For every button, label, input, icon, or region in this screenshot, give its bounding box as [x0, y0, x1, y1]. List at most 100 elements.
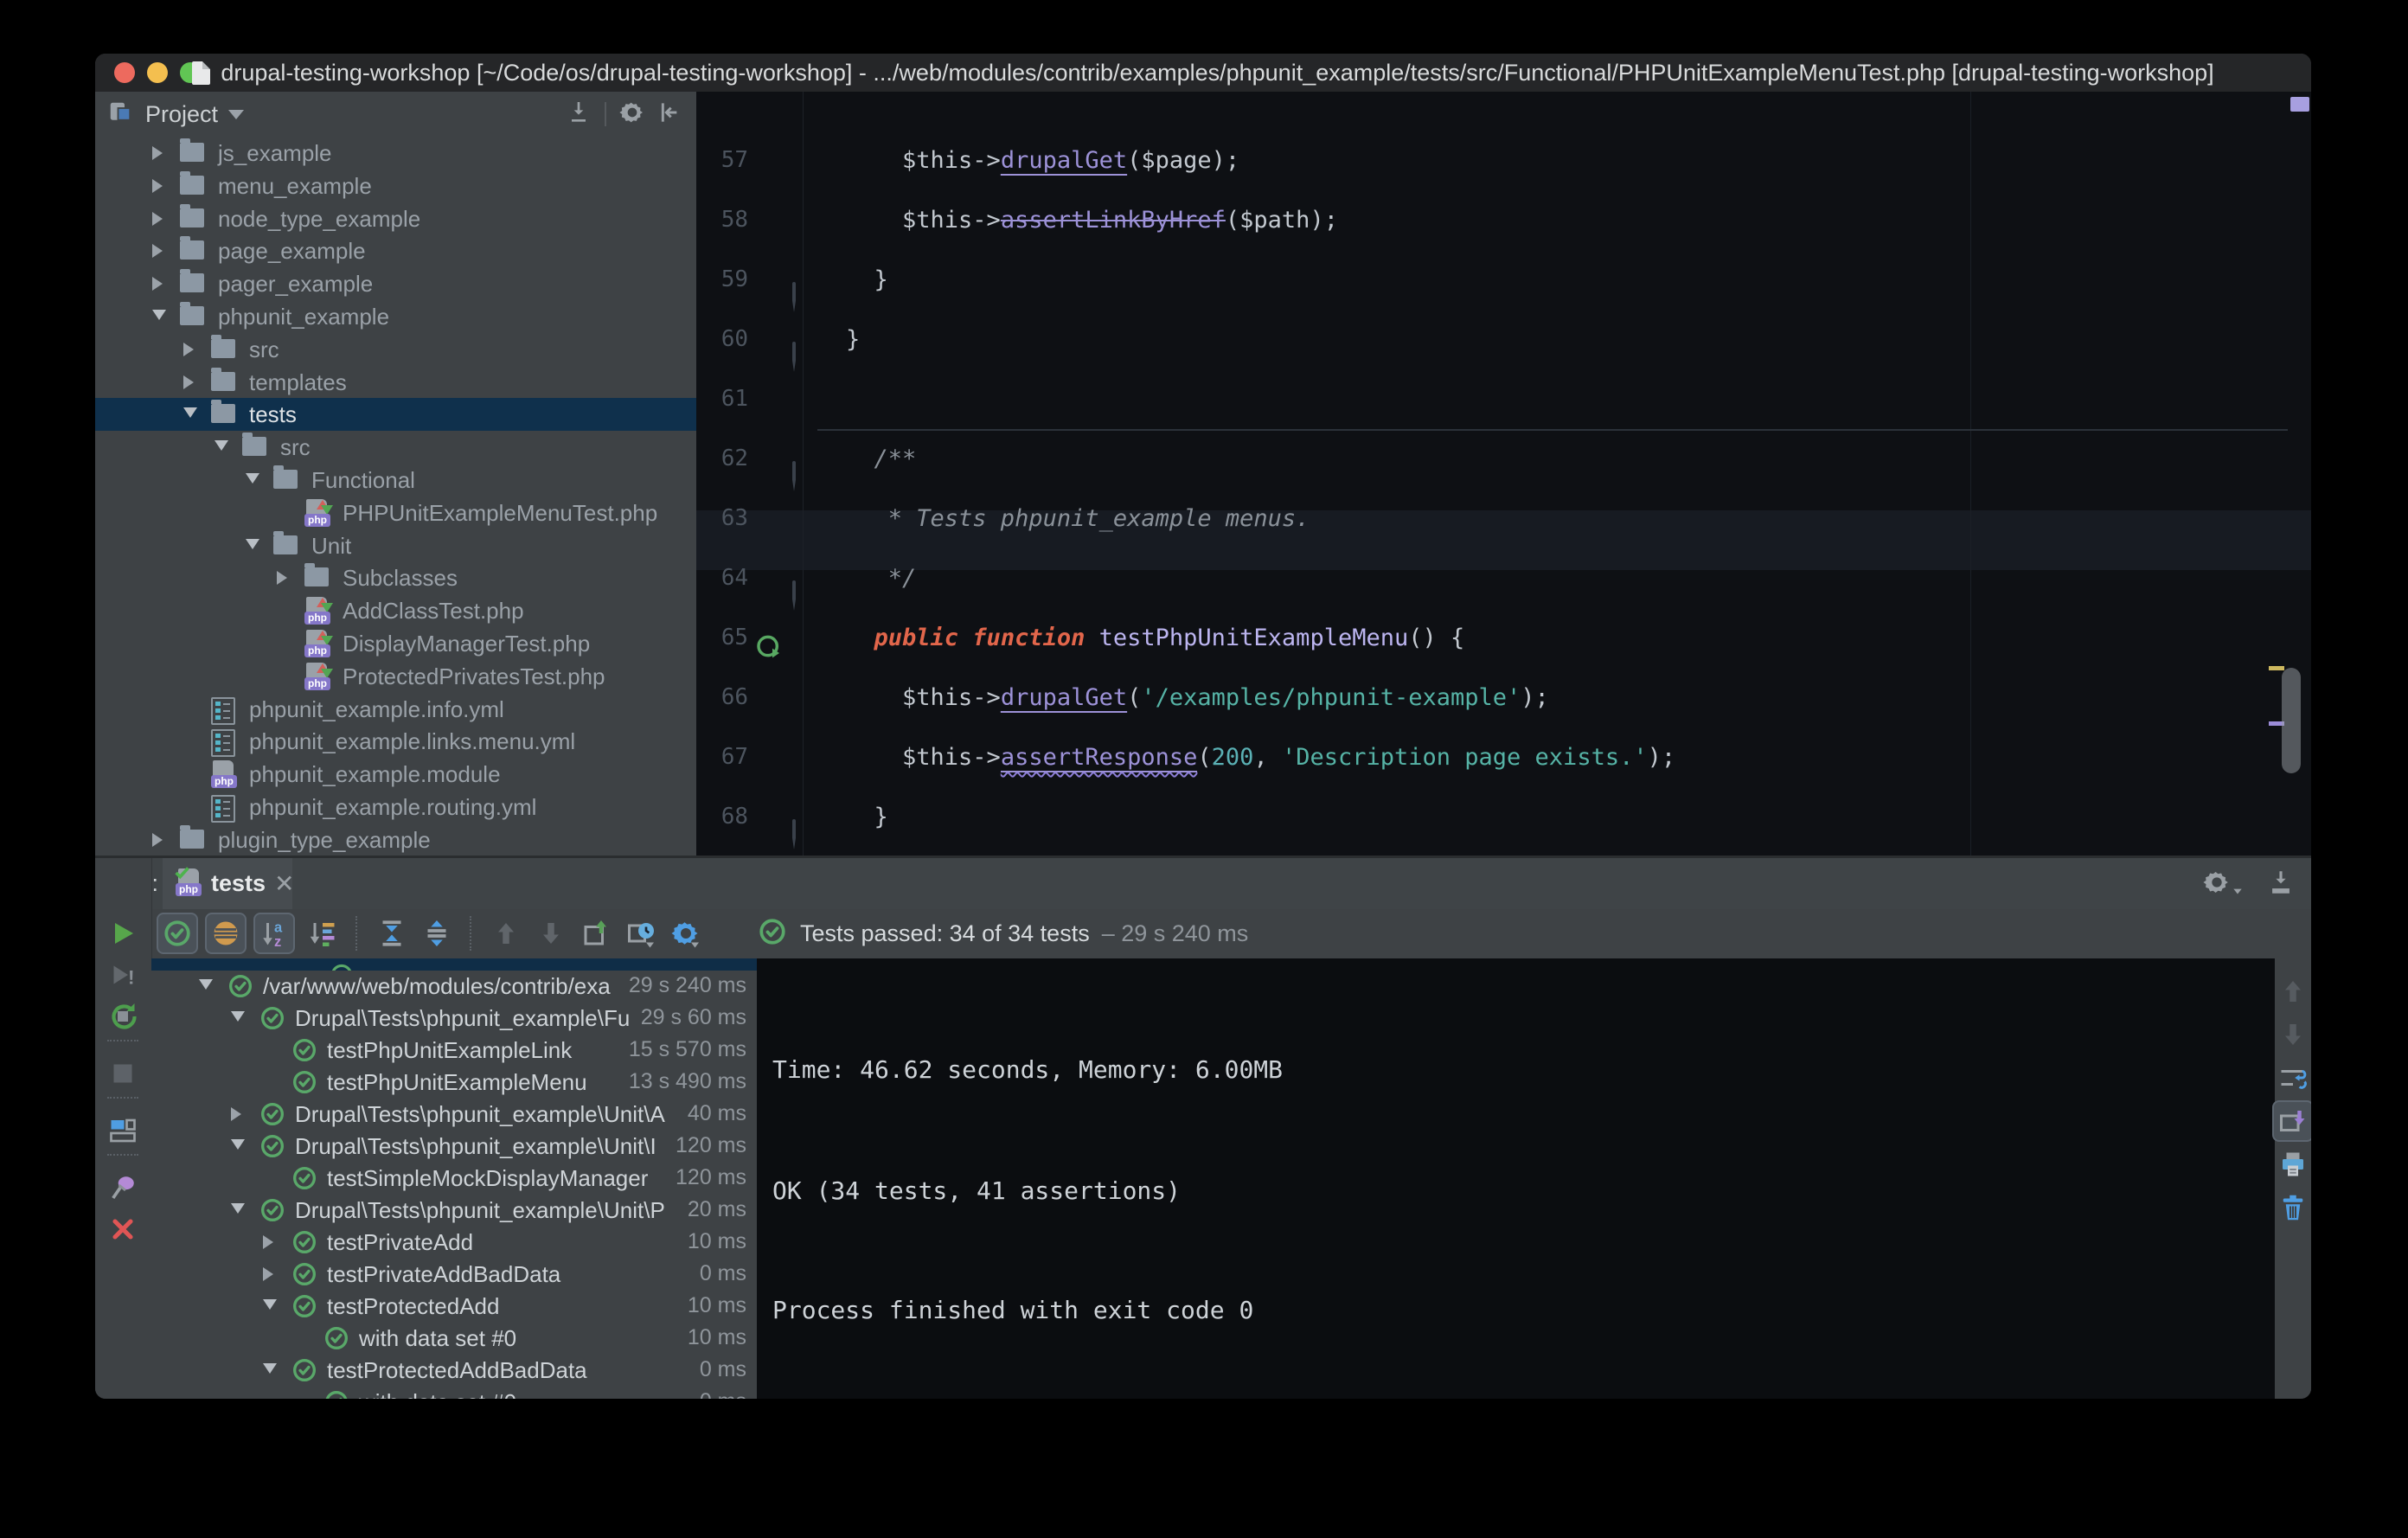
- test-result-row[interactable]: Drupal\Tests\phpunit_example\Unit\P 20 ms: [151, 1195, 757, 1227]
- hide-down-icon[interactable]: [2266, 868, 2296, 901]
- rerun-failed-button[interactable]: !: [105, 957, 141, 993]
- title-bar[interactable]: drupal-testing-workshop [~/Code/os/drupa…: [95, 54, 2311, 93]
- chevron-right-icon[interactable]: [277, 571, 287, 586]
- code-editor[interactable]: 57 $this->drupalGet($page); 58 $this->ass…: [696, 92, 2311, 858]
- test-result-row[interactable]: /var/www/web/modules/contrib/exa 29 s 240…: [151, 971, 757, 1003]
- collapse-to-source-icon[interactable]: [565, 99, 592, 131]
- chevron-right-icon[interactable]: [231, 1107, 241, 1121]
- code-line-62[interactable]: 62 /**: [696, 429, 2311, 491]
- code-line-63[interactable]: 63 * Tests phpunit_example menus.: [696, 489, 2311, 548]
- history-button[interactable]: [620, 913, 662, 954]
- project-tree-item-page-example[interactable]: page_example: [95, 234, 696, 267]
- close-red-button[interactable]: [105, 1211, 141, 1247]
- chevron-right-icon[interactable]: [152, 832, 163, 847]
- test-result-row[interactable]: with data set #0 0 ms: [151, 1387, 757, 1399]
- code-line-61[interactable]: 61: [696, 369, 2311, 429]
- chevron-right-icon[interactable]: [263, 1235, 273, 1249]
- chevron-right-icon[interactable]: [152, 244, 163, 259]
- run-test-gutter-icon[interactable]: [755, 623, 779, 658]
- rerun-button[interactable]: [105, 915, 141, 952]
- gear-icon[interactable]: [2202, 868, 2244, 901]
- chevron-down-icon[interactable]: [215, 440, 228, 452]
- chevron-right-icon[interactable]: [183, 375, 194, 389]
- fold-marker-icon[interactable]: [792, 566, 815, 611]
- project-tree-item-plugin-type-example[interactable]: plugin_type_example: [95, 823, 696, 856]
- sort-duration-button[interactable]: [302, 913, 343, 954]
- test-result-row[interactable]: Drupal\Tests\phpunit_example\Unit\A 40 ms: [151, 1099, 757, 1131]
- test-result-row[interactable]: testPrivateAddBadData 0 ms: [151, 1259, 757, 1291]
- pin-button[interactable]: [105, 1170, 141, 1206]
- fold-marker-icon[interactable]: [792, 327, 815, 372]
- project-tree-item-unit[interactable]: Unit: [95, 529, 696, 562]
- editor-scrollbar[interactable]: [2282, 668, 2301, 773]
- collapse-all-button[interactable]: [416, 913, 458, 954]
- project-tree-item-protectedprivatestest-php[interactable]: php ProtectedPrivatesTest.php: [95, 660, 696, 693]
- arrow-up-disabled-button[interactable]: [485, 913, 527, 954]
- code-line-64[interactable]: 64 */: [696, 548, 2311, 611]
- code-line-67[interactable]: 67 $this->assertResponse(200, 'Descripti…: [696, 727, 2311, 787]
- chevron-right-icon[interactable]: [152, 178, 163, 193]
- arrow-up-dim-button[interactable]: [2275, 973, 2311, 1009]
- restore-layout-button[interactable]: [105, 1112, 141, 1149]
- arrow-down-dim-button[interactable]: [2275, 1016, 2311, 1053]
- chevron-down-icon[interactable]: [152, 310, 166, 320]
- code-line-57[interactable]: 57 $this->drupalGet($page);: [696, 131, 2311, 190]
- project-tree-item-phpunit-example-routing-yml[interactable]: phpunit_example.routing.yml: [95, 791, 696, 823]
- fold-marker-icon[interactable]: [792, 267, 815, 312]
- project-tree-item-node-type-example[interactable]: node_type_example: [95, 202, 696, 235]
- chevron-right-icon[interactable]: [152, 277, 163, 292]
- project-tree-item-phpunit-example-info-yml[interactable]: phpunit_example.info.yml: [95, 693, 696, 726]
- project-tree-item-addclasstest-php[interactable]: php AddClassTest.php: [95, 594, 696, 627]
- chevron-right-icon[interactable]: [183, 342, 194, 356]
- soft-wrap-button[interactable]: [2275, 1060, 2311, 1096]
- fold-marker-icon[interactable]: [792, 804, 815, 849]
- auto-test-button[interactable]: [105, 998, 141, 1035]
- run-tab-tests[interactable]: php tests ✕: [163, 858, 295, 909]
- project-tree-item-menu-example[interactable]: menu_example: [95, 170, 696, 202]
- test-result-row[interactable]: testPhpUnitExampleLink 15 s 570 ms: [151, 1035, 757, 1067]
- project-tree-item-displaymanagertest-php[interactable]: php DisplayManagerTest.php: [95, 627, 696, 660]
- chevron-down-icon[interactable]: [246, 538, 259, 549]
- test-result-row[interactable]: testPhpUnitExampleMenu 13 s 490 ms: [151, 1067, 757, 1099]
- chevron-right-icon[interactable]: [263, 1267, 273, 1281]
- toggle-passed-button[interactable]: [157, 913, 198, 954]
- code-line-58[interactable]: 58 $this->assertLinkByHref($path);: [696, 190, 2311, 250]
- code-line-65[interactable]: 65 public function testPhpUnitExampleMen…: [696, 608, 2311, 668]
- chevron-down-icon[interactable]: [231, 1139, 245, 1150]
- chevron-down-icon[interactable]: [231, 1011, 245, 1022]
- sort-alpha-button[interactable]: az: [253, 913, 295, 954]
- chevron-down-icon[interactable]: [263, 1299, 277, 1310]
- project-tree-item-src[interactable]: src: [95, 333, 696, 366]
- project-tree-item-pager-example[interactable]: pager_example: [95, 267, 696, 300]
- code-line-66[interactable]: 66 $this->drupalGet('/examples/phpunit-e…: [696, 668, 2311, 727]
- fold-marker-icon[interactable]: [792, 446, 815, 491]
- project-tree-item-phpunit-example-links-menu-yml[interactable]: phpunit_example.links.menu.yml: [95, 725, 696, 758]
- project-tree-item-tests[interactable]: tests: [95, 398, 696, 432]
- arrow-down-disabled-button[interactable]: [530, 913, 572, 954]
- test-result-row[interactable]: testSimpleMockDisplayManager 120 ms: [151, 1163, 757, 1195]
- project-tree-item-functional[interactable]: Functional: [95, 464, 696, 497]
- printer-button[interactable]: [2275, 1146, 2311, 1182]
- stop-button[interactable]: [105, 1055, 141, 1092]
- chevron-down-icon[interactable]: [199, 979, 213, 990]
- chevron-down-icon[interactable]: [183, 407, 197, 419]
- project-tree-item-src[interactable]: src: [95, 431, 696, 464]
- test-result-row[interactable]: testPrivateAdd 10 ms: [151, 1227, 757, 1259]
- inspection-status-icon[interactable]: [2290, 97, 2309, 112]
- run-console[interactable]: Time: 46.62 seconds, Memory: 6.00MB OK (3…: [757, 958, 2275, 1399]
- toggle-ignored-button[interactable]: [205, 913, 247, 954]
- traffic-close-icon[interactable]: [114, 62, 135, 83]
- chevron-right-icon[interactable]: [152, 146, 163, 160]
- project-tree-item-phpunit-example-module[interactable]: php phpunit_example.module: [95, 758, 696, 791]
- test-result-row[interactable]: Drupal\Tests\phpunit_example\Fu 29 s 60 m…: [151, 1003, 757, 1035]
- project-panel-title[interactable]: Project: [145, 101, 218, 128]
- warning-stripe-mark[interactable]: [2269, 666, 2284, 670]
- trash-button[interactable]: [2275, 1189, 2311, 1226]
- test-result-row[interactable]: Drupal\Tests\phpunit_example\Unit\I 120 m…: [151, 1131, 757, 1163]
- scroll-end-button[interactable]: [2272, 1100, 2311, 1142]
- chevron-down-icon[interactable]: [231, 1203, 245, 1214]
- code-line-68[interactable]: 68 }: [696, 787, 2311, 849]
- chevron-down-icon[interactable]: [263, 1363, 277, 1374]
- chevron-down-icon[interactable]: [246, 473, 259, 484]
- export-results-button[interactable]: [575, 913, 617, 954]
